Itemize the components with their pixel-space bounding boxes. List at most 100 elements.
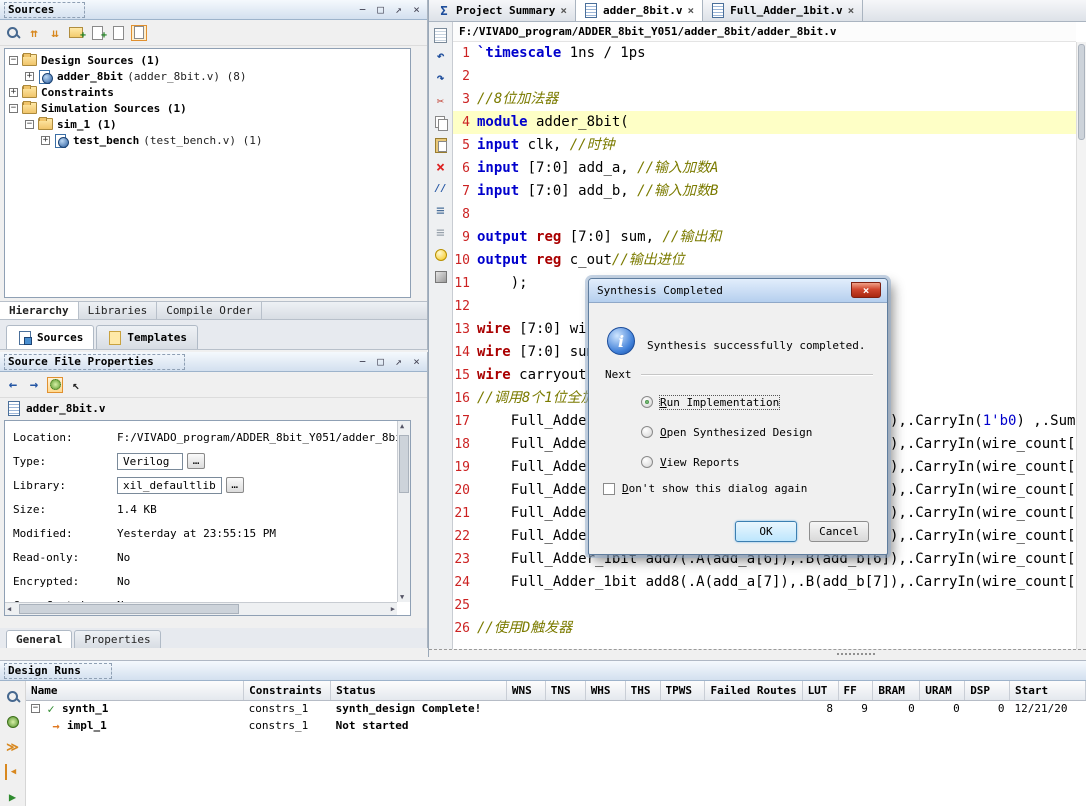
play-icon[interactable]: [5, 789, 21, 805]
paste-icon[interactable]: [433, 137, 449, 153]
redo-icon[interactable]: [433, 71, 449, 87]
column-header-ths[interactable]: THS: [625, 681, 661, 701]
skip-back-icon[interactable]: [4, 764, 21, 780]
tree-expander[interactable]: +: [41, 135, 50, 145]
code-line[interactable]: 3 //8位加法器: [453, 88, 1076, 111]
comment-icon[interactable]: [433, 181, 449, 197]
code-line[interactable]: 2: [453, 65, 1076, 88]
grid-icon[interactable]: [433, 27, 449, 43]
horizontal-scrollbar[interactable]: [5, 602, 397, 615]
code-line[interactable]: 10 output reg c_out//输出进位: [453, 249, 1076, 272]
copy-icon[interactable]: [433, 115, 449, 131]
expand-all-icon[interactable]: [47, 25, 63, 41]
column-header-wns[interactable]: WNS: [506, 681, 546, 701]
property-value-input[interactable]: Verilog: [117, 452, 183, 470]
tree-item[interactable]: + Constraints: [5, 84, 410, 100]
panel-tab-sources[interactable]: Sources: [6, 325, 95, 349]
close-icon[interactable]: [410, 355, 423, 368]
format-icon[interactable]: [433, 225, 449, 241]
editor-vertical-scrollbar[interactable]: [1076, 42, 1086, 649]
code-line[interactable]: 1 `timescale 1ns / 1ps: [453, 42, 1076, 65]
tab-properties[interactable]: Properties: [74, 630, 161, 648]
add-sources-icon[interactable]: [89, 25, 107, 44]
code-line[interactable]: 9 output reg [7:0] sum, //输出和: [453, 226, 1076, 249]
close-icon[interactable]: [560, 4, 567, 17]
tree-item[interactable]: − Simulation Sources (1): [5, 100, 410, 116]
radio-icon[interactable]: [641, 426, 653, 438]
search-icon[interactable]: [5, 689, 21, 705]
column-header-tns[interactable]: TNS: [545, 681, 586, 701]
delete-icon[interactable]: [433, 159, 449, 175]
editor-tab-adder-8bit-v[interactable]: adder_8bit.v: [575, 0, 704, 21]
forward-icon[interactable]: [26, 377, 42, 393]
tree-expander[interactable]: +: [9, 87, 18, 97]
tab-general[interactable]: General: [6, 630, 73, 648]
tree-expander[interactable]: −: [31, 704, 40, 714]
column-header-failed-routes[interactable]: Failed Routes: [704, 681, 803, 701]
tab-compile-order[interactable]: Compile Order: [157, 302, 263, 319]
radio-option-view-reports[interactable]: View Reports: [641, 447, 812, 477]
column-header-lut[interactable]: LUT: [802, 681, 839, 701]
horizontal-splitter[interactable]: [429, 649, 1086, 657]
undo-icon[interactable]: [433, 49, 449, 65]
cursor-icon[interactable]: [68, 377, 84, 393]
add-folder-icon[interactable]: [68, 25, 86, 44]
code-line[interactable]: 5 input clk, //时钟: [453, 134, 1076, 157]
tree-expander[interactable]: −: [25, 119, 34, 129]
cancel-button[interactable]: Cancel: [809, 521, 869, 542]
dialog-titlebar[interactable]: Synthesis Completed: [589, 279, 887, 303]
code-line[interactable]: 24 Full_Adder_1bit add8(.A(add_a[7]),.B(…: [453, 571, 1076, 594]
panel-tab-templates[interactable]: Templates: [96, 325, 198, 349]
radio-option-open-synthesized-design[interactable]: Open Synthesized Design: [641, 417, 812, 447]
back-icon[interactable]: [5, 377, 21, 393]
dialog-close-icon[interactable]: [851, 282, 881, 298]
column-header-constraints[interactable]: Constraints: [243, 681, 332, 701]
ellipsis-button[interactable]: [225, 477, 244, 493]
bulb-icon[interactable]: [433, 247, 449, 263]
cut-icon[interactable]: [433, 93, 449, 109]
tree-item[interactable]: + test_bench (test_bench.v) (1): [5, 132, 410, 148]
tree-expander[interactable]: −: [9, 55, 18, 65]
column-header-bram[interactable]: BRAM: [872, 681, 921, 701]
editor-tab-full-adder-1bit-v[interactable]: Full_Adder_1bit.v: [703, 0, 864, 21]
column-header-name[interactable]: Name: [26, 681, 245, 701]
tree-expander[interactable]: −: [9, 103, 18, 113]
column-header-tpws[interactable]: TPWS: [660, 681, 706, 701]
search-icon[interactable]: [5, 25, 21, 41]
indent-icon[interactable]: [433, 203, 449, 219]
table-row[interactable]: − synth_1 constrs_1 synth_design Complete! 8…: [26, 700, 1086, 717]
scrollbar-thumb[interactable]: [1078, 44, 1085, 140]
collapse-all-icon[interactable]: [26, 25, 42, 41]
tab-libraries[interactable]: Libraries: [79, 302, 158, 319]
gear-icon[interactable]: [47, 376, 63, 393]
property-value-input[interactable]: xil_defaultlib: [117, 476, 222, 494]
code-line[interactable]: 7 input [7:0] add_b, //输入加数B: [453, 180, 1076, 203]
tree-item[interactable]: − Design Sources (1): [5, 52, 410, 68]
code-line[interactable]: 4 module adder_8bit(: [453, 111, 1076, 134]
tree-expander[interactable]: +: [25, 71, 34, 81]
dont-show-again-row[interactable]: Don't show this dialog again: [603, 482, 807, 495]
minimize-icon[interactable]: [356, 3, 369, 16]
ellipsis-button[interactable]: [187, 453, 205, 469]
splitter-grab-handle[interactable]: [836, 652, 877, 656]
editor-tab-project-summary[interactable]: Project Summary: [429, 0, 576, 21]
code-line[interactable]: 25: [453, 594, 1076, 617]
radio-icon[interactable]: [641, 396, 653, 408]
ok-button[interactable]: OK: [735, 521, 797, 542]
radio-option-run-implementation[interactable]: Run Implementation: [641, 387, 812, 417]
scrollbar-thumb[interactable]: [19, 604, 239, 614]
settings-icon[interactable]: [5, 714, 21, 730]
close-icon[interactable]: [410, 3, 423, 16]
tree-item[interactable]: − sim_1 (1): [5, 116, 410, 132]
column-header-status[interactable]: Status: [330, 681, 507, 701]
scrollbar-thumb[interactable]: [399, 435, 409, 493]
radio-icon[interactable]: [641, 456, 653, 468]
file-icon[interactable]: [110, 25, 126, 41]
column-header-ff[interactable]: FF: [838, 681, 874, 701]
float-icon[interactable]: [374, 355, 387, 368]
column-header-dsp[interactable]: DSP: [964, 681, 1011, 701]
column-header-uram[interactable]: URAM: [919, 681, 966, 701]
dont-show-checkbox[interactable]: [603, 482, 615, 495]
code-line[interactable]: 26 //使用D触发器: [453, 617, 1076, 640]
close-icon[interactable]: [687, 4, 694, 17]
